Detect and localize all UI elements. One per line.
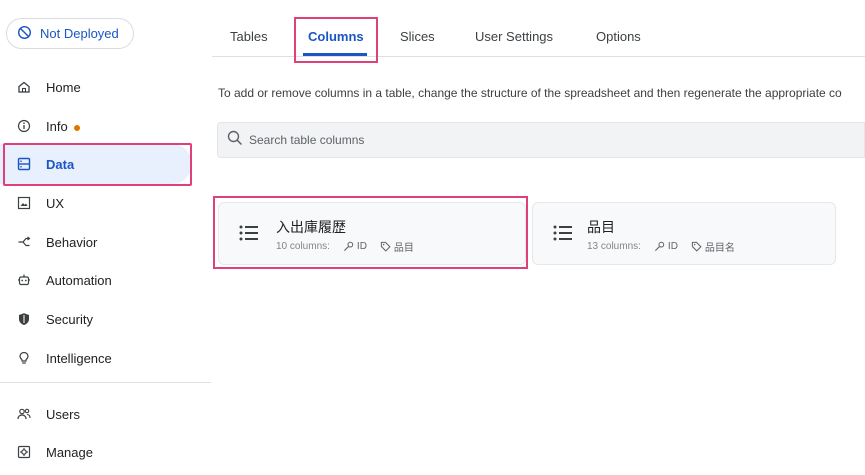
home-icon [17, 80, 31, 94]
sidebar-divider [0, 382, 211, 383]
key-icon [343, 241, 354, 252]
key-column: ID [654, 241, 678, 252]
label-column-name: 品目名 [704, 243, 735, 254]
sidebar: Not Deployed Home Info Data UX Behavior [0, 0, 212, 475]
sidebar-item-behavior[interactable]: Behavior [0, 222, 192, 262]
ux-icon [17, 196, 31, 210]
table-card[interactable]: 入出庫履歴 10 columns: ID 品目 [218, 202, 526, 265]
data-icon [17, 157, 31, 171]
sidebar-item-ux[interactable]: UX [0, 183, 192, 223]
key-column-name: ID [356, 241, 367, 252]
column-count: 13 columns: [587, 241, 641, 252]
key-column-name: ID [667, 241, 678, 252]
label-column: 品目 [380, 239, 414, 254]
list-icon [553, 225, 572, 241]
sidebar-item-manage[interactable]: Manage [0, 432, 192, 472]
users-icon [17, 407, 31, 421]
table-card-title: 入出庫履歴 [276, 219, 346, 235]
sidebar-item-info[interactable]: Info [0, 106, 192, 146]
active-tab-indicator [303, 53, 367, 56]
lightbulb-icon [17, 351, 31, 365]
deploy-status-label: Not Deployed [40, 26, 119, 41]
table-card-meta: 13 columns: ID 品目名 [587, 239, 735, 254]
table-card-title: 品目 [587, 219, 615, 235]
label-column: 品目名 [691, 239, 735, 254]
sidebar-item-label: Automation [46, 272, 112, 288]
tag-icon [380, 241, 391, 252]
not-deployed-icon [17, 25, 32, 43]
tab-user-settings[interactable]: User Settings [475, 29, 553, 44]
sidebar-item-users[interactable]: Users [0, 394, 192, 434]
columns-description: To add or remove columns in a table, cha… [218, 86, 842, 100]
sidebar-item-label: Security [46, 311, 93, 327]
key-icon [654, 241, 665, 252]
search-icon [227, 130, 243, 151]
sidebar-item-label: Info [46, 118, 68, 134]
sidebar-item-label: Behavior [46, 234, 98, 250]
sidebar-item-data[interactable]: Data [0, 144, 192, 184]
tab-tables[interactable]: Tables [230, 29, 268, 44]
sidebar-item-intelligence[interactable]: Intelligence [0, 338, 192, 378]
sidebar-item-label: UX [46, 195, 65, 211]
column-count: 10 columns: [276, 241, 330, 252]
sidebar-item-automation[interactable]: Automation [0, 260, 192, 300]
automation-icon [17, 273, 31, 287]
table-card-meta: 10 columns: ID 品目 [276, 239, 414, 254]
tag-icon [691, 241, 702, 252]
deploy-status-button[interactable]: Not Deployed [6, 18, 134, 49]
sidebar-item-home[interactable]: Home [0, 67, 192, 107]
behavior-icon [17, 235, 31, 249]
sidebar-item-security[interactable]: Security [0, 299, 192, 339]
manage-icon [17, 445, 31, 459]
label-column-name: 品目 [393, 243, 414, 254]
notification-dot [73, 124, 80, 131]
sidebar-item-label: Manage [46, 444, 93, 460]
sidebar-item-label: Home [46, 79, 81, 95]
list-icon [239, 225, 258, 241]
tab-options[interactable]: Options [596, 29, 641, 44]
search-input[interactable] [249, 133, 864, 147]
search-bar[interactable] [217, 122, 865, 158]
tab-slices[interactable]: Slices [400, 29, 435, 44]
sidebar-item-label: Data [46, 156, 75, 172]
tab-columns[interactable]: Columns [308, 29, 364, 44]
table-card[interactable]: 品目 13 columns: ID 品目名 [532, 202, 836, 265]
sidebar-item-label: Users [46, 406, 80, 422]
sidebar-item-label: Intelligence [46, 350, 112, 366]
key-column: ID [343, 241, 367, 252]
tab-bar: Tables Columns Slices User Settings Opti… [212, 0, 865, 57]
info-icon [17, 119, 31, 133]
shield-icon [17, 312, 31, 326]
